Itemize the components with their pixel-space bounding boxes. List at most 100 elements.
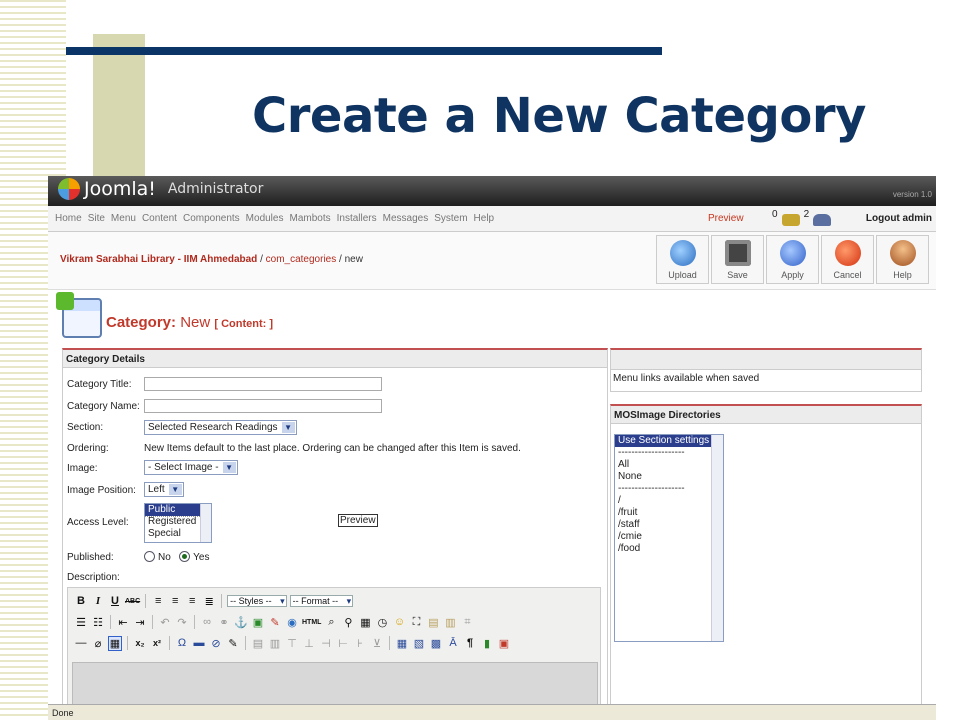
table-props-icon[interactable]: ▥ [268, 637, 282, 650]
save-button[interactable]: Save [711, 235, 764, 284]
logout-link[interactable]: Logout admin [866, 213, 932, 224]
paste-icon[interactable]: ⌗ [460, 616, 474, 629]
remove-format-icon[interactable]: ⌀ [91, 637, 105, 650]
delete-row-icon[interactable]: ⊣ [319, 637, 333, 650]
style-props-icon[interactable]: ▩ [429, 637, 443, 650]
directory-option[interactable]: Use Section settings [615, 435, 723, 447]
align-right-icon[interactable]: ≡ [185, 595, 199, 607]
section-select[interactable]: Selected Research Readings ▼ [144, 420, 297, 435]
image-preview-button[interactable]: Preview [338, 514, 378, 527]
apply-button[interactable]: Apply [766, 235, 819, 284]
menu-item-messages[interactable]: Messages [383, 213, 429, 224]
category-name-input[interactable] [144, 399, 382, 413]
directory-option[interactable]: All [615, 459, 723, 471]
align-justify-icon[interactable]: ≣ [202, 595, 216, 608]
cancel-button[interactable]: Cancel [821, 235, 874, 284]
strikethrough-icon[interactable]: ABC [125, 598, 140, 605]
layer-icon[interactable]: ▦ [395, 637, 409, 650]
directory-option[interactable]: -------------------- [615, 447, 723, 459]
help-button[interactable]: Help [876, 235, 929, 284]
visual-aid-icon[interactable]: ▦ [108, 635, 122, 651]
redo-icon[interactable]: ↷ [175, 616, 189, 629]
breadcrumb-site[interactable]: Vikram Sarabhai Library - IIM Ahmedabad [60, 254, 257, 265]
directory-option[interactable]: /fruit [615, 507, 723, 519]
col-after-icon[interactable]: ⊦ [353, 637, 367, 650]
directory-scrollbar[interactable] [711, 435, 723, 641]
directory-option[interactable]: / [615, 495, 723, 507]
date-icon[interactable]: ▦ [358, 616, 372, 629]
font-color-icon[interactable]: Ā [446, 637, 460, 649]
unlink-icon[interactable]: ⚭ [217, 616, 231, 629]
underline-icon[interactable]: U [108, 595, 122, 607]
delete-col-icon[interactable]: ⊻ [370, 637, 384, 650]
edit-icon[interactable]: ✎ [226, 637, 240, 650]
menu-item-system[interactable]: System [434, 213, 467, 224]
emoticon-icon[interactable]: ☺ [392, 616, 406, 628]
bold-icon[interactable]: B [74, 595, 88, 607]
link-icon[interactable]: ∞ [200, 616, 214, 628]
undo-icon[interactable]: ↶ [158, 616, 172, 629]
image-icon[interactable]: ▣ [251, 616, 265, 629]
flash-icon[interactable]: ⊘ [209, 637, 223, 650]
format-dropdown[interactable]: -- Format -- [289, 595, 354, 607]
access-level-list[interactable]: Public Registered Special [144, 503, 212, 543]
row-before-icon[interactable]: ⊤ [285, 637, 299, 650]
print-icon[interactable]: ▮ [480, 637, 494, 650]
directory-option[interactable]: None [615, 471, 723, 483]
menu-item-content[interactable]: Content [142, 213, 177, 224]
access-level-scrollbar[interactable] [200, 504, 211, 542]
media-icon[interactable]: ▣ [497, 637, 511, 650]
upload-button[interactable]: Upload [656, 235, 709, 284]
category-title-input[interactable] [144, 377, 382, 391]
numbered-list-icon[interactable]: ☷ [91, 616, 105, 629]
insert-line-icon[interactable]: ▬ [192, 637, 206, 649]
italic-icon[interactable]: I [91, 595, 105, 607]
align-left-icon[interactable]: ≡ [151, 595, 165, 607]
preview-link[interactable]: Preview [708, 213, 744, 224]
row-after-icon[interactable]: ⊥ [302, 637, 316, 650]
directory-option[interactable]: /cmie [615, 531, 723, 543]
published-yes-radio[interactable] [179, 551, 191, 562]
breadcrumb-component[interactable]: com_categories [266, 254, 337, 265]
superscript-icon[interactable]: x² [150, 638, 164, 648]
bullet-list-icon[interactable]: ☰ [74, 616, 88, 629]
menu-item-menu[interactable]: Menu [111, 213, 136, 224]
menu-item-mambots[interactable]: Mambots [289, 213, 330, 224]
messages-icon[interactable] [781, 214, 800, 226]
help-editor-icon[interactable]: ◉ [285, 616, 299, 629]
directory-option[interactable]: /food [615, 543, 723, 555]
indent-icon[interactable]: ⇥ [133, 616, 147, 629]
users-icon[interactable] [813, 214, 832, 226]
horizontal-rule-icon[interactable]: — [74, 637, 88, 649]
anchor-icon[interactable]: ⚓ [234, 616, 248, 629]
special-char-icon[interactable]: Ω [175, 637, 189, 649]
align-center-icon[interactable]: ≡ [168, 595, 182, 607]
find-replace-icon[interactable]: ⚲ [341, 616, 355, 629]
menu-item-installers[interactable]: Installers [337, 213, 377, 224]
cut-icon[interactable]: ▤ [426, 616, 440, 629]
cleanup-icon[interactable]: ✎ [268, 616, 282, 629]
directory-option[interactable]: /staff [615, 519, 723, 531]
menu-item-site[interactable]: Site [88, 213, 105, 224]
menu-item-home[interactable]: Home [55, 213, 82, 224]
table-icon[interactable]: ▤ [251, 637, 265, 650]
pilcrow-icon[interactable]: ¶ [463, 637, 477, 649]
menu-item-help[interactable]: Help [474, 213, 495, 224]
search-icon[interactable]: ⌕ [324, 616, 338, 629]
menu-item-components[interactable]: Components [183, 213, 240, 224]
directory-list[interactable]: Use Section settings -------------------… [614, 434, 724, 642]
directory-option[interactable]: -------------------- [615, 483, 723, 495]
subscript-icon[interactable]: x₂ [133, 638, 147, 648]
image-select[interactable]: - Select Image - ▼ [144, 460, 238, 475]
html-source-icon[interactable]: HTML [302, 619, 321, 626]
absolute-icon[interactable]: ▧ [412, 637, 426, 650]
menu-item-modules[interactable]: Modules [246, 213, 284, 224]
time-icon[interactable]: ◷ [375, 616, 389, 629]
copy-icon[interactable]: ▥ [443, 616, 457, 629]
col-before-icon[interactable]: ⊢ [336, 637, 350, 650]
image-position-select[interactable]: Left ▼ [144, 482, 184, 497]
outdent-icon[interactable]: ⇤ [116, 616, 130, 629]
styles-dropdown[interactable]: -- Styles -- [227, 595, 287, 607]
published-no-radio[interactable] [144, 551, 155, 562]
fullscreen-icon[interactable]: ⛶ [409, 616, 423, 629]
